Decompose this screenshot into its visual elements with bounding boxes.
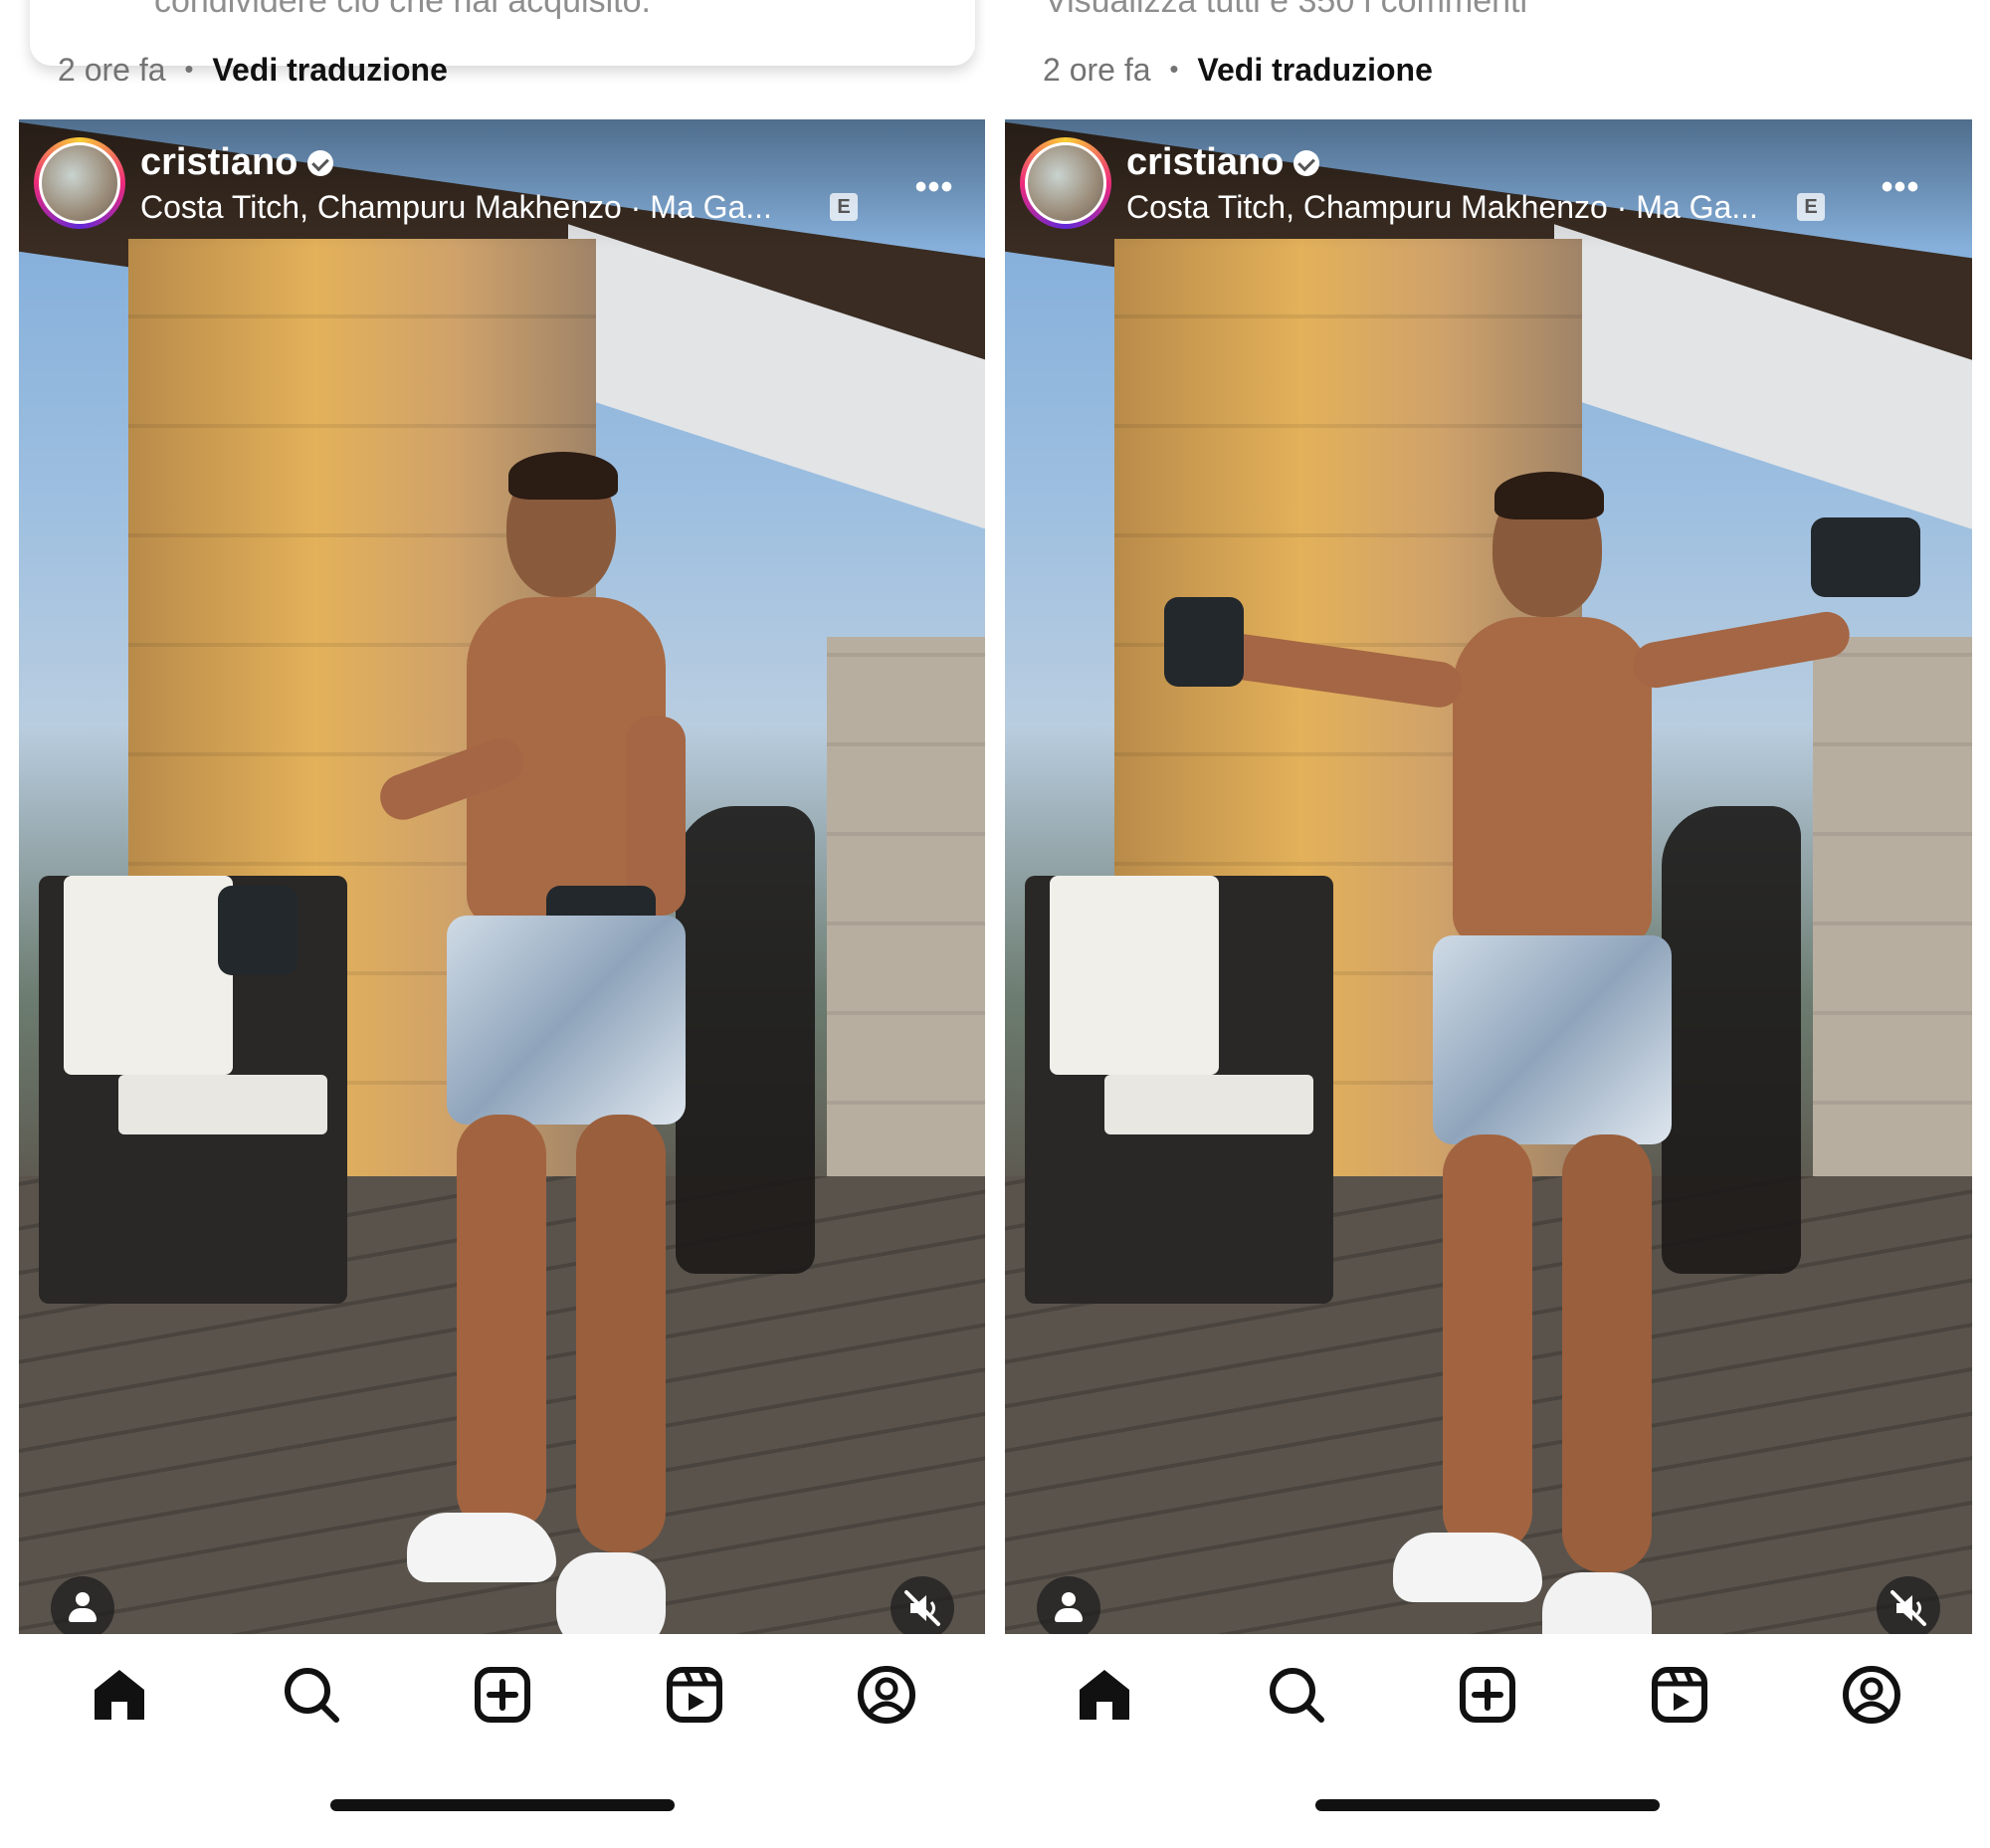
- username-text: cristiano: [1126, 141, 1285, 183]
- post-header: cristiano Costa Titch, Champuru Makhenzo…: [19, 119, 985, 249]
- left-screenshot-panel: condividere ciò che hai acquisito. 2 ore…: [0, 0, 985, 1848]
- person-icon-body: [69, 1608, 97, 1622]
- username[interactable]: cristiano: [1126, 141, 1320, 184]
- home-icon[interactable]: [85, 1660, 154, 1730]
- muted-speaker-icon: [904, 1590, 940, 1626]
- athlete-leg-right: [1562, 1134, 1652, 1572]
- athlete-leg-left: [1443, 1134, 1532, 1552]
- see-translation-link[interactable]: Vedi traduzione: [1197, 52, 1432, 88]
- create-icon[interactable]: [1453, 1660, 1522, 1730]
- athlete-figure: [218, 452, 725, 1634]
- home-icon[interactable]: [1070, 1660, 1139, 1730]
- home-indicator[interactable]: [1315, 1799, 1660, 1811]
- athlete-shoe-left: [407, 1513, 556, 1582]
- chair-seat: [1104, 1075, 1313, 1134]
- chair-cushion: [1050, 876, 1219, 1075]
- athlete-leg-left: [457, 1115, 546, 1533]
- reels-icon[interactable]: [660, 1660, 729, 1730]
- avatar: [39, 142, 120, 224]
- verified-badge-icon: [307, 150, 334, 176]
- previous-post-footer: condividere ciò che hai acquisito. 2 ore…: [0, 0, 985, 119]
- profile-icon[interactable]: [852, 1660, 921, 1730]
- athlete-shorts: [447, 916, 686, 1125]
- mute-button[interactable]: [891, 1576, 954, 1634]
- outdoor-chair: [39, 876, 347, 1304]
- meta-separator: •: [1169, 54, 1179, 84]
- outdoor-chair: [1025, 876, 1333, 1304]
- tagged-people-button[interactable]: [51, 1576, 114, 1634]
- see-translation-link[interactable]: Vedi traduzione: [212, 52, 447, 88]
- stone-wall: [827, 637, 985, 1194]
- reels-icon[interactable]: [1645, 1660, 1714, 1730]
- search-icon[interactable]: [1262, 1660, 1331, 1730]
- view-all-comments-link[interactable]: Visualizza tutti e 350 i commenti: [1045, 0, 1527, 21]
- story-ring-avatar[interactable]: [34, 137, 125, 229]
- verified-badge-icon: [1294, 150, 1320, 176]
- reel-video[interactable]: cristiano Costa Titch, Champuru Makhenzo…: [19, 119, 985, 1634]
- username[interactable]: cristiano: [140, 141, 334, 184]
- athlete-shoe-right: [556, 1552, 666, 1634]
- bottom-nav: [0, 1640, 985, 1749]
- home-indicator[interactable]: [330, 1799, 675, 1811]
- avatar: [1025, 142, 1106, 224]
- dumbbell-left: [218, 886, 298, 975]
- person-icon-body: [1055, 1608, 1083, 1622]
- create-icon[interactable]: [468, 1660, 537, 1730]
- stone-wall: [1813, 637, 1972, 1194]
- search-icon[interactable]: [277, 1660, 346, 1730]
- athlete-figure: [1164, 472, 1920, 1634]
- athlete-leg-right: [576, 1115, 666, 1552]
- person-icon-head: [76, 1592, 90, 1606]
- athlete-torso: [1453, 617, 1652, 945]
- meta-separator: •: [184, 54, 194, 84]
- explicit-badge: E: [1797, 193, 1825, 221]
- dumbbell-left: [1164, 597, 1244, 687]
- username-text: cristiano: [140, 141, 298, 183]
- athlete-shorts: [1433, 935, 1672, 1144]
- time-ago: 2 ore fa: [58, 52, 166, 88]
- post-header: cristiano Costa Titch, Champuru Makhenzo…: [1005, 119, 1972, 249]
- story-ring-avatar[interactable]: [1020, 137, 1111, 229]
- tagged-people-button[interactable]: [1037, 1576, 1100, 1634]
- time-ago: 2 ore fa: [1043, 52, 1151, 88]
- music-attribution[interactable]: Costa Titch, Champuru Makhenzo · Ma Ga..…: [1126, 189, 1758, 226]
- music-attribution[interactable]: Costa Titch, Champuru Makhenzo · Ma Ga..…: [140, 189, 772, 226]
- reel-video[interactable]: cristiano Costa Titch, Champuru Makhenzo…: [1005, 119, 1972, 1634]
- chair-cushion: [64, 876, 233, 1075]
- profile-icon[interactable]: [1837, 1660, 1906, 1730]
- dumbbell-right: [1811, 517, 1920, 597]
- athlete-hair: [508, 452, 618, 500]
- mute-button[interactable]: [1877, 1576, 1940, 1634]
- post-meta-row: 2 ore fa • Vedi traduzione: [58, 52, 448, 89]
- muted-speaker-icon: [1890, 1590, 1926, 1626]
- toast-text: condividere ciò che hai acquisito.: [154, 0, 651, 20]
- explicit-badge: E: [830, 193, 858, 221]
- bottom-nav: [1005, 1640, 1990, 1749]
- right-screenshot-panel: Visualizza tutti e 350 i commenti 2 ore …: [1005, 0, 1990, 1848]
- athlete-hair: [1494, 472, 1604, 519]
- post-meta-row: 2 ore fa • Vedi traduzione: [1043, 52, 1433, 89]
- more-options-button[interactable]: •••: [909, 170, 959, 207]
- person-icon-head: [1062, 1592, 1076, 1606]
- athlete-shoe-left: [1393, 1533, 1542, 1602]
- previous-post-footer: Visualizza tutti e 350 i commenti 2 ore …: [1005, 0, 1990, 119]
- more-options-button[interactable]: •••: [1876, 170, 1925, 207]
- chair-seat: [118, 1075, 327, 1134]
- athlete-shoe-right: [1542, 1572, 1652, 1634]
